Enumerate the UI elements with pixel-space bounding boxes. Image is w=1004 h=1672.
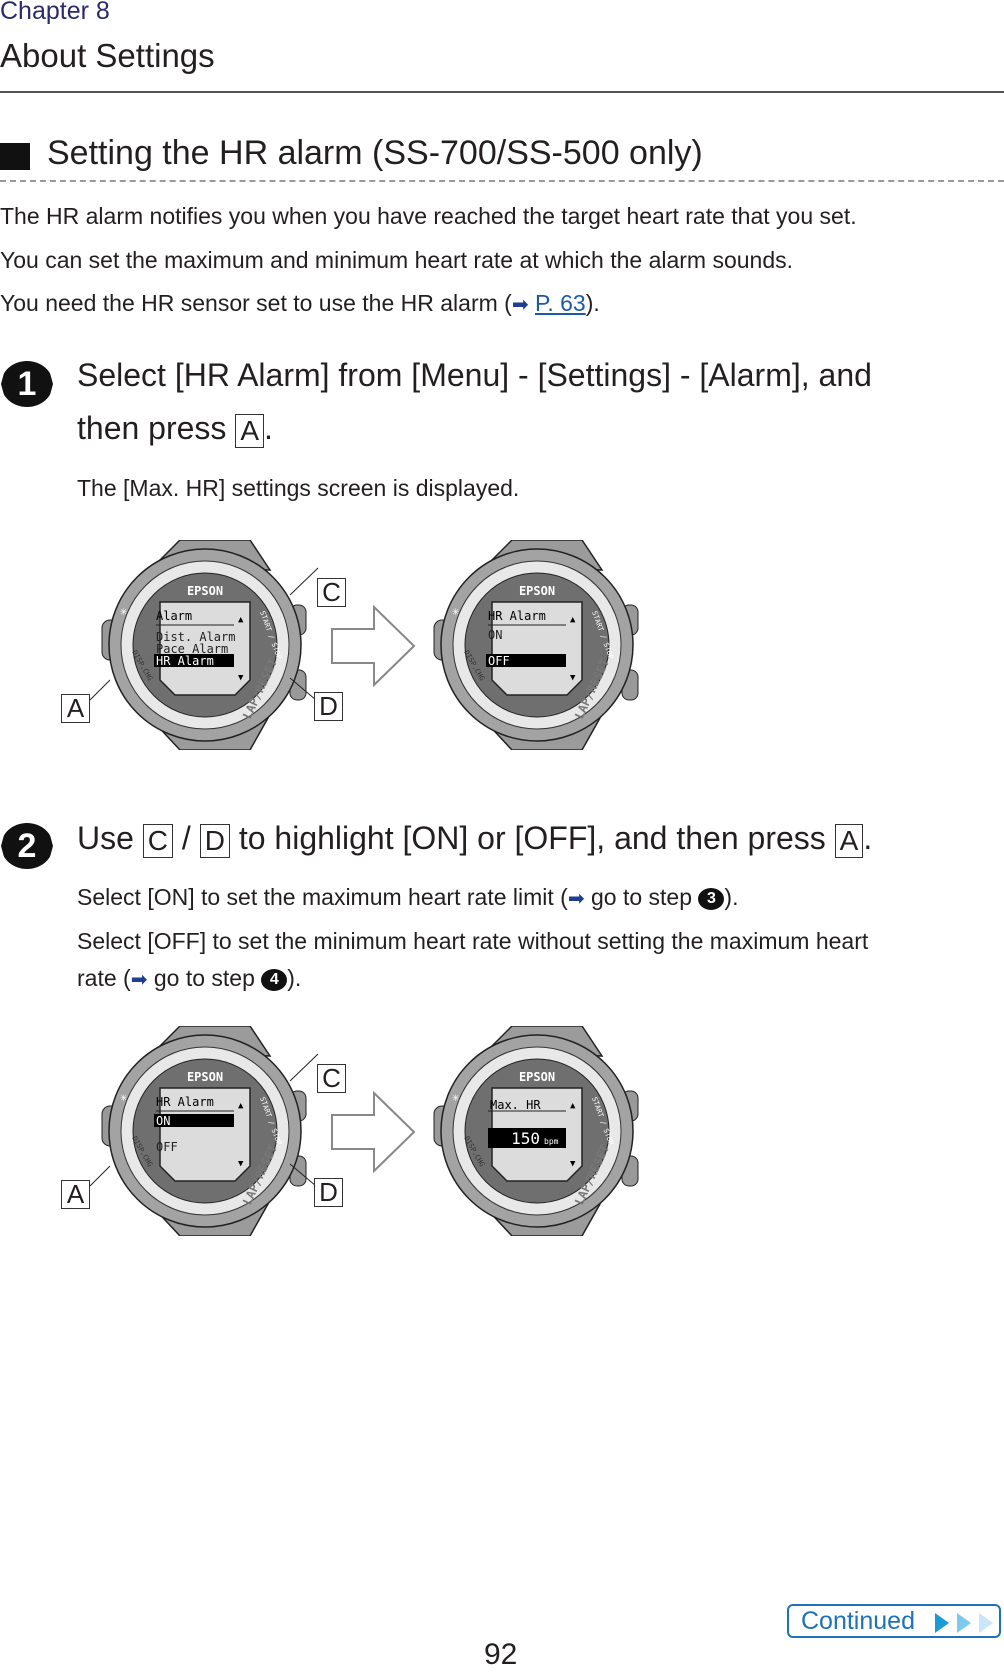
- callout-lines: [89, 567, 319, 701]
- step-1-heading-line-2: then press A.: [77, 410, 999, 448]
- watch-illustration: EPSON START / STOP LAP/RESET DISP.CHG ✳ …: [433, 540, 639, 750]
- scroll-up-icon: ▲: [570, 1101, 576, 1111]
- transition-arrow-icon: [331, 1091, 416, 1173]
- transition-arrow-icon: [331, 605, 416, 687]
- continued-label: Continued: [801, 1607, 915, 1635]
- button-label-c: C: [317, 1063, 346, 1093]
- key-d: D: [199, 823, 230, 858]
- heading-text-end: .: [863, 820, 873, 856]
- callout-lines: [89, 1053, 319, 1187]
- scroll-up-icon: ▲: [570, 615, 576, 625]
- page-number: 92: [484, 1638, 518, 1671]
- figure-step-1: EPSON START / STOP LAP/RESET DISP.CHG ✳ …: [0, 540, 700, 750]
- right-arrow-icon: ➡: [511, 294, 529, 316]
- button-label-d: D: [314, 1177, 343, 1207]
- step-3-mini-badge: 3: [698, 887, 725, 910]
- section-square-icon: [0, 143, 30, 170]
- step-2-body-3: rate (➡ go to step 4).: [77, 965, 999, 992]
- intro-line-3: You need the HR sensor set to use the HR…: [0, 290, 1000, 317]
- button-label-d: D: [314, 691, 343, 721]
- step-1-heading-line-1: Select [HR Alarm] from [Menu] - [Setting…: [77, 357, 872, 393]
- light-icon: ✳: [452, 604, 459, 618]
- intro-text: You need the HR sensor set to use the HR…: [0, 290, 512, 316]
- screen-item: OFF: [488, 654, 510, 668]
- step-1-badge: 1: [1, 361, 53, 407]
- brand-logo: EPSON: [519, 584, 555, 598]
- light-icon: ✳: [452, 1090, 459, 1104]
- continued-indicator: Continued: [787, 1604, 1001, 1638]
- header-divider: [0, 91, 1004, 93]
- heading-text: then press: [77, 410, 236, 446]
- intro-line-1: The HR alarm notifies you when you have …: [0, 203, 857, 229]
- intro-line-2: You can set the maximum and minimum hear…: [0, 247, 794, 273]
- screen-unit: bpm: [544, 1137, 559, 1146]
- key-c: C: [142, 823, 174, 858]
- screen-title: HR Alarm: [488, 609, 546, 623]
- step-2-heading: Use C / D to highlight [ON] or [OFF], an…: [77, 820, 999, 858]
- scroll-down-icon: ▼: [570, 1159, 576, 1169]
- screen-value: 150: [511, 1129, 540, 1148]
- figure-step-2: EPSON START / STOP LAP/RESET DISP.CHG ✳ …: [0, 1026, 700, 1236]
- step-1-body: The [Max. HR] settings screen is display…: [77, 475, 520, 501]
- right-arrow-icon: ➡: [130, 969, 148, 991]
- body-text: rate (: [77, 965, 131, 991]
- screen-item: ON: [488, 628, 502, 642]
- heading-text-end: .: [264, 410, 273, 446]
- step-4-mini-badge: 4: [261, 968, 288, 991]
- heading-sep: /: [173, 820, 200, 856]
- chapter-label: Chapter 8: [0, 0, 110, 25]
- button-label-c: C: [317, 577, 346, 607]
- screen-title: Max. HR: [490, 1098, 541, 1112]
- body-text: ).: [287, 965, 302, 991]
- heading-text: Use: [77, 820, 143, 856]
- step-2-body-1: Select [ON] to set the maximum heart rat…: [77, 884, 999, 911]
- body-text: go to step: [584, 884, 699, 910]
- body-text: ).: [724, 884, 739, 910]
- right-arrow-icon: ➡: [567, 888, 585, 910]
- key-a: A: [235, 413, 264, 448]
- section-divider: [0, 180, 1004, 182]
- key-a: A: [834, 823, 864, 858]
- chapter-title: About Settings: [0, 37, 215, 74]
- body-text: go to step: [147, 965, 262, 991]
- page-link[interactable]: P. 63: [535, 290, 586, 316]
- button-label-a: A: [61, 1179, 90, 1209]
- heading-text-mid: to highlight [ON] or [OFF], and then pre…: [229, 820, 835, 856]
- scroll-down-icon: ▼: [570, 673, 576, 683]
- button-label-a: A: [61, 693, 90, 723]
- watch-illustration: EPSON START / STOP LAP/RESET DISP.CHG ✳ …: [433, 1026, 639, 1236]
- body-text: Select [ON] to set the maximum heart rat…: [77, 884, 568, 910]
- brand-logo: EPSON: [519, 1070, 555, 1084]
- triple-chevron-icon: [935, 1613, 993, 1633]
- step-2-badge: 2: [1, 823, 53, 869]
- step-2-body-2: Select [OFF] to set the minimum heart ra…: [77, 928, 869, 954]
- section-title: Setting the HR alarm (SS-700/SS-500 only…: [47, 134, 703, 172]
- intro-text-end: ).: [585, 290, 600, 316]
